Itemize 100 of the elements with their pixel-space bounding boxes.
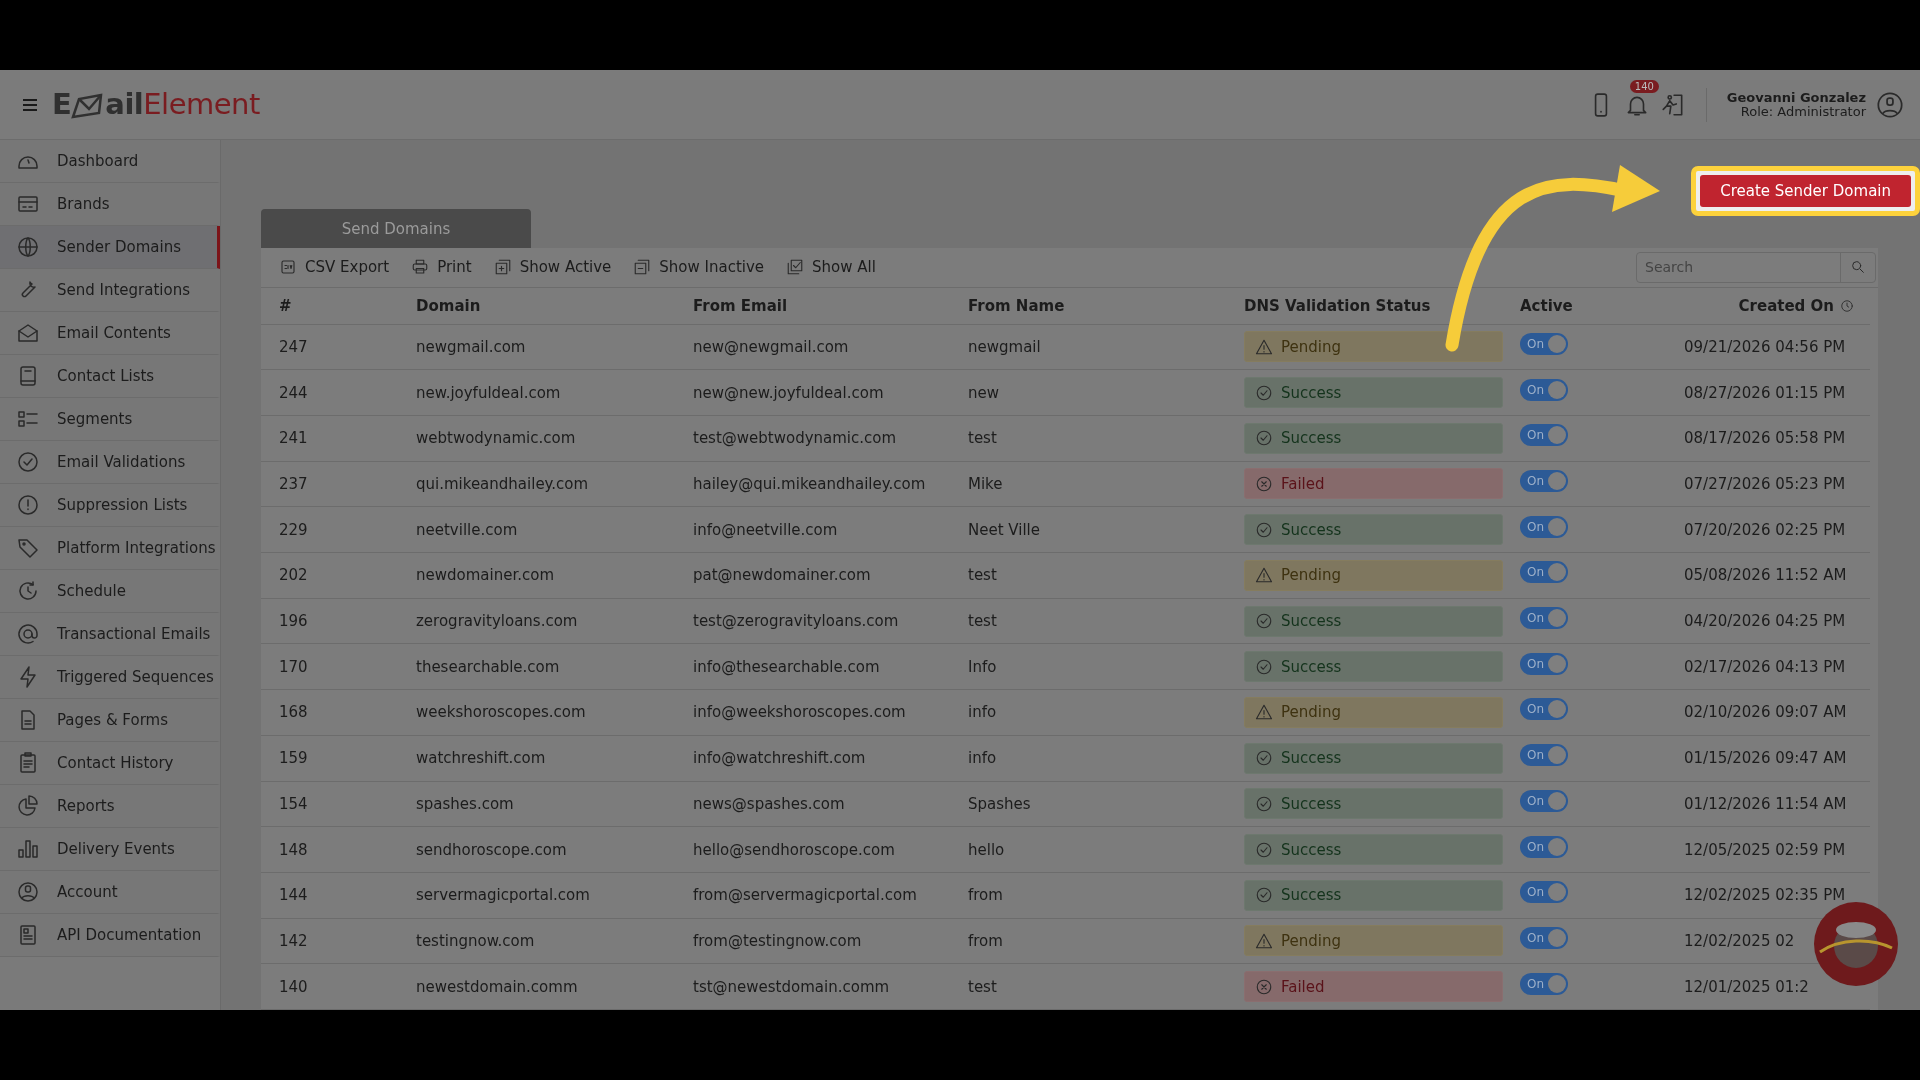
check-circle-icon xyxy=(1255,794,1273,813)
create-sender-domain-button[interactable]: Create Sender Domain xyxy=(1700,174,1911,207)
table-cell-text: 01/15/2026 09:47 AM xyxy=(1684,749,1848,768)
table-cell-text: test xyxy=(968,977,998,996)
active-toggle[interactable]: On xyxy=(1520,515,1568,538)
envelope-icon xyxy=(16,321,40,345)
active-toggle[interactable]: On xyxy=(1520,789,1568,812)
at-icon xyxy=(16,622,40,646)
table-cell-text: new@new.joyfuldeal.com xyxy=(693,383,885,402)
column-header[interactable]: From Name xyxy=(968,296,1244,315)
table-cell-text: testingnow.com xyxy=(416,932,536,950)
table-cell-text: weekshoroscopes.com xyxy=(416,703,587,722)
tab[interactable]: Send Domains xyxy=(261,209,531,248)
table-cell-text: test@webtwodynamic.com xyxy=(693,429,898,448)
notification-badge: 140 xyxy=(1629,79,1659,93)
table-cell-text: 12/05/2025 02:59 PM xyxy=(1684,840,1847,859)
active-toggle[interactable]: On xyxy=(1520,561,1568,584)
status-label: Success xyxy=(1281,657,1342,676)
active-toggle[interactable]: On xyxy=(1520,927,1568,949)
column-header[interactable]: Domain xyxy=(416,296,693,315)
logo-text: ail xyxy=(105,90,144,119)
status-label: Pending xyxy=(1281,703,1341,722)
table-cell-text: 247 xyxy=(279,337,309,356)
sidebar-item[interactable]: Sender Domains xyxy=(0,226,220,269)
active-toggle[interactable]: On xyxy=(1520,972,1568,995)
toolbar-button[interactable]: Show Active xyxy=(493,258,612,277)
toolbar-button[interactable]: CSV Export xyxy=(279,258,390,277)
column-header[interactable]: DNS Validation Status xyxy=(1244,296,1520,315)
active-toggle[interactable]: On xyxy=(1520,698,1568,721)
warning-icon xyxy=(1255,337,1273,356)
table-cell-text: hello xyxy=(968,840,1006,859)
active-toggle[interactable]: On xyxy=(1520,835,1568,858)
column-header[interactable]: Created On xyxy=(1738,296,1834,315)
globe-icon xyxy=(16,235,40,259)
status-label: Success xyxy=(1281,383,1342,402)
check-circle-icon xyxy=(1255,429,1273,448)
minus-square-icon xyxy=(633,258,652,277)
table-cell-text: 229 xyxy=(279,520,309,539)
status-label: Success xyxy=(1281,612,1342,631)
table-cell-text: 142 xyxy=(279,932,309,950)
check-circle-icon xyxy=(16,450,40,474)
status-label: Failed xyxy=(1281,474,1325,493)
column-header[interactable]: # xyxy=(279,296,416,315)
table-cell-text: info@watchreshift.com xyxy=(693,749,867,768)
active-toggle[interactable]: On xyxy=(1520,469,1568,492)
exclamation-circle-icon xyxy=(16,493,40,517)
table-cell-text: info xyxy=(968,703,998,722)
status-label: Pending xyxy=(1281,566,1341,585)
table-cell-text: test xyxy=(968,566,998,585)
table-cell-text: info@weekshoroscopes.com xyxy=(693,703,907,722)
table-cell-text: from@servermagicportal.com xyxy=(693,886,918,905)
table-cell-text: 241 xyxy=(279,429,309,448)
table-cell-text: servermagicportal.com xyxy=(416,886,591,905)
status-label: Success xyxy=(1281,749,1342,768)
table-cell-text: 140 xyxy=(279,977,309,996)
status-label: Success xyxy=(1281,886,1342,905)
table-cell-text: 02/10/2026 09:07 AM xyxy=(1684,703,1848,722)
table-cell-text: info@neetville.com xyxy=(693,520,839,539)
active-toggle[interactable]: On xyxy=(1520,881,1568,904)
warning-icon xyxy=(1255,566,1273,585)
printer-icon xyxy=(411,258,430,277)
column-header[interactable]: From Email xyxy=(693,296,968,315)
table-cell-text: spashes.com xyxy=(416,794,515,813)
x-circle-icon xyxy=(1255,474,1273,493)
assistant-avatar[interactable] xyxy=(1814,902,1898,986)
search-field[interactable]: Search xyxy=(1636,251,1876,283)
table-cell-text: newgmail xyxy=(968,337,1042,356)
status-label: Success xyxy=(1281,840,1342,859)
toolbar-button[interactable]: Show Inactive xyxy=(633,258,765,277)
active-toggle[interactable]: On xyxy=(1520,652,1568,675)
check-circle-icon xyxy=(1255,886,1273,905)
table-cell-text: from xyxy=(968,932,1004,950)
table-cell-text: hailey@qui.mikeandhailey.com xyxy=(693,474,927,493)
table-cell-text: 154 xyxy=(279,794,309,813)
user-circle-icon xyxy=(16,880,40,904)
table-cell-text: new@newgmail.com xyxy=(693,337,850,356)
active-toggle[interactable]: On xyxy=(1520,378,1568,401)
table-cell-text: from xyxy=(968,886,1004,905)
x-circle-icon xyxy=(1255,977,1273,996)
table-cell-text: Neet Ville xyxy=(968,520,1041,539)
active-toggle[interactable]: On xyxy=(1520,424,1568,447)
table-cell-text: 168 xyxy=(279,703,309,722)
active-toggle[interactable]: On xyxy=(1520,332,1568,355)
toolbar-button[interactable]: Show All xyxy=(786,258,876,277)
status-label: Pending xyxy=(1281,932,1341,950)
column-header[interactable]: Active xyxy=(1520,296,1670,315)
table-cell-text: 170 xyxy=(279,657,309,676)
check-circle-icon xyxy=(1255,383,1273,402)
active-toggle[interactable]: On xyxy=(1520,607,1568,630)
toolbar-button[interactable]: Print xyxy=(411,258,472,277)
table-cell-text: qui.mikeandhailey.com xyxy=(416,474,590,493)
active-toggle[interactable]: On xyxy=(1520,744,1568,767)
check-circle-icon xyxy=(1255,840,1273,859)
table-cell-text: info@thesearchable.com xyxy=(693,657,881,676)
table-cell-text: 04/20/2026 04:25 PM xyxy=(1684,612,1847,631)
check-square-icon xyxy=(786,258,805,277)
table-cell-text: thesearchable.com xyxy=(416,657,561,676)
table-cell-text: Info xyxy=(968,657,998,676)
warning-icon xyxy=(1255,703,1273,722)
plus-square-icon xyxy=(493,258,512,277)
